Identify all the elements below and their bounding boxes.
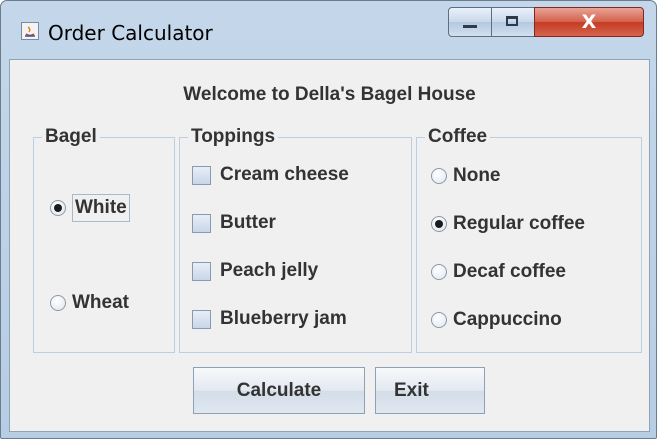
checkbox-cream-cheese[interactable]: [192, 165, 211, 185]
minimize-icon: [463, 25, 477, 28]
topping-label: Blueberry jam: [220, 308, 347, 329]
close-icon: X: [581, 11, 597, 33]
bagel-option-label: Wheat: [72, 292, 129, 313]
minimize-button[interactable]: [448, 7, 492, 37]
calculate-button[interactable]: Calculate: [193, 367, 365, 414]
content-panel: Welcome to Della's Bagel House Bagel Whi…: [9, 59, 650, 432]
topping-cream-cheese[interactable]: Cream cheese: [192, 164, 349, 186]
bagel-group-title: Bagel: [42, 127, 100, 147]
coffee-option-cappuccino[interactable]: Cappuccino: [431, 309, 562, 331]
coffee-option-label: Regular coffee: [453, 213, 585, 234]
checkbox-peach-jelly[interactable]: [192, 261, 211, 281]
order-calculator-window: Order Calculator X Welcome to Della's Ba…: [0, 0, 657, 439]
bagel-option-wheat[interactable]: Wheat: [50, 292, 129, 314]
topping-label: Peach jelly: [220, 260, 319, 281]
topping-butter[interactable]: Butter: [192, 212, 276, 234]
topping-blueberry-jam[interactable]: Blueberry jam: [192, 308, 347, 330]
title-bar[interactable]: Order Calculator X: [1, 1, 656, 59]
bagel-option-label: White: [72, 194, 130, 222]
radio-regular-coffee[interactable]: [431, 216, 447, 232]
topping-peach-jelly[interactable]: Peach jelly: [192, 260, 318, 282]
checkbox-blueberry-jam[interactable]: [192, 309, 211, 329]
toppings-group-title: Toppings: [188, 127, 279, 147]
java-icon[interactable]: [21, 22, 39, 40]
coffee-option-label: None: [453, 165, 501, 186]
checkbox-butter[interactable]: [192, 213, 211, 233]
maximize-icon: [506, 16, 518, 26]
coffee-group: Coffee None Regular coffee Decaf coffee …: [416, 127, 642, 353]
radio-wheat[interactable]: [50, 295, 66, 311]
coffee-option-label: Decaf coffee: [453, 261, 566, 282]
coffee-option-regular[interactable]: Regular coffee: [431, 213, 585, 235]
radio-white[interactable]: [50, 200, 66, 216]
toppings-group: Toppings Cream cheese Butter Peach jelly…: [179, 127, 412, 353]
coffee-group-title: Coffee: [425, 127, 491, 147]
bagel-group: Bagel White Wheat: [33, 127, 175, 353]
coffee-option-label: Cappuccino: [453, 309, 562, 330]
radio-none[interactable]: [431, 168, 447, 184]
topping-label: Cream cheese: [220, 164, 349, 185]
radio-decaf-coffee[interactable]: [431, 264, 447, 280]
welcome-heading: Welcome to Della's Bagel House: [183, 84, 476, 105]
bagel-option-white[interactable]: White: [50, 194, 130, 222]
coffee-option-decaf[interactable]: Decaf coffee: [431, 261, 566, 283]
coffee-option-none[interactable]: None: [431, 165, 501, 187]
close-button[interactable]: X: [534, 7, 644, 37]
window-title: Order Calculator: [48, 21, 213, 45]
maximize-button[interactable]: [491, 7, 535, 37]
exit-button[interactable]: Exit: [375, 367, 485, 414]
radio-cappuccino[interactable]: [431, 312, 447, 328]
topping-label: Butter: [220, 212, 276, 233]
